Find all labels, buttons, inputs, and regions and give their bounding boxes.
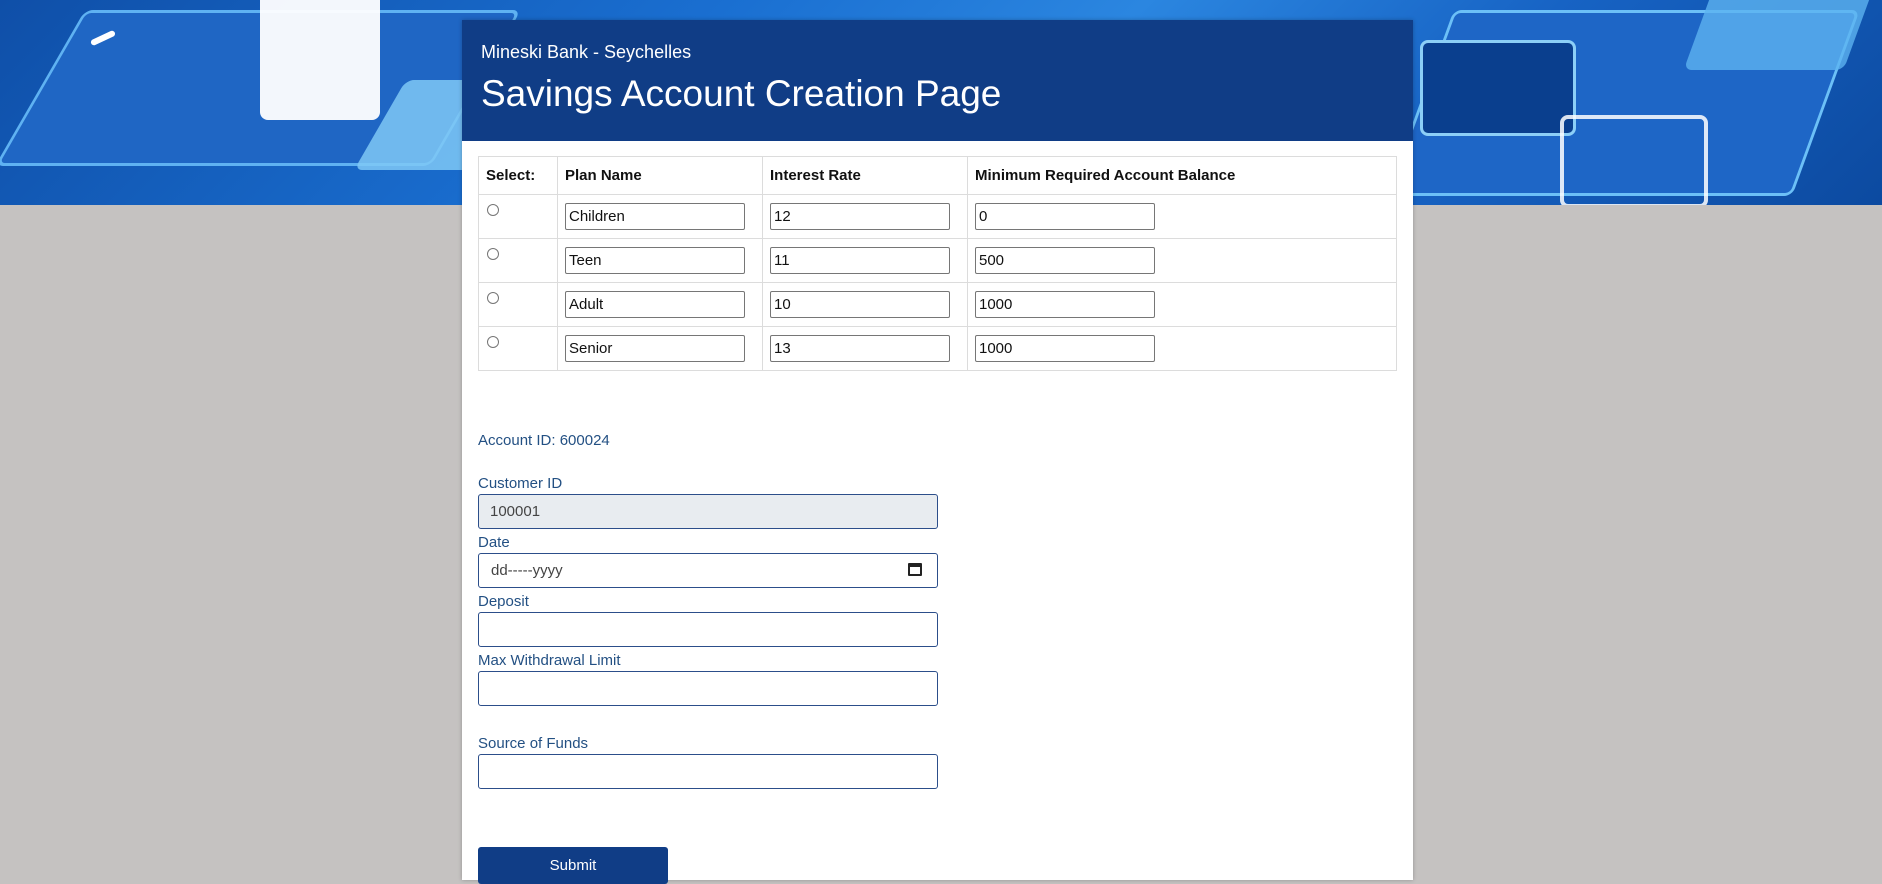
plan-name-input[interactable] <box>565 291 745 318</box>
table-cell-interest-rate <box>762 194 968 239</box>
table-cell-min-balance <box>967 238 1397 283</box>
table-cell-select <box>478 282 558 327</box>
interest-rate-input[interactable] <box>770 247 950 274</box>
table-cell-plan-name <box>557 282 763 327</box>
deposit-label: Deposit <box>478 593 529 610</box>
table-header-row: Select: Plan Name Interest Rate Minimum … <box>478 156 1397 195</box>
plan-radio-children[interactable] <box>487 204 499 216</box>
table-cell-interest-rate <box>762 282 968 327</box>
plan-radio-adult[interactable] <box>487 292 499 304</box>
plan-name-input[interactable] <box>565 247 745 274</box>
plan-name-input[interactable] <box>565 203 745 230</box>
table-cell-select <box>478 326 558 371</box>
date-label: Date <box>478 534 510 551</box>
date-field[interactable]: dd-----yyyy <box>478 553 938 588</box>
table-cell-plan-name <box>557 326 763 371</box>
interest-rate-input[interactable] <box>770 291 950 318</box>
fingerprint-icon <box>1560 115 1708 205</box>
min-balance-input[interactable] <box>975 335 1155 362</box>
date-placeholder: dd-----yyyy <box>491 562 563 579</box>
deposit-field[interactable] <box>478 612 938 647</box>
source-of-funds-field[interactable] <box>478 754 938 789</box>
max-withdrawal-label: Max Withdrawal Limit <box>478 652 621 669</box>
table-cell-plan-name <box>557 238 763 283</box>
table-cell-select <box>478 238 558 283</box>
table-cell-min-balance <box>967 282 1397 327</box>
page-title: Savings Account Creation Page <box>481 73 1002 114</box>
min-balance-input[interactable] <box>975 291 1155 318</box>
interest-rate-input[interactable] <box>770 203 950 230</box>
banner-screen-illustration <box>1683 0 1877 70</box>
bank-name: Mineski Bank - Seychelles <box>481 42 692 62</box>
customer-id-label: Customer ID <box>478 475 563 492</box>
plan-name-input[interactable] <box>565 335 745 362</box>
table-row <box>478 194 1397 239</box>
table-row <box>478 238 1397 283</box>
calendar-icon[interactable] <box>908 563 922 576</box>
column-header-plan-name: Plan Name <box>557 156 763 195</box>
column-header-min-balance: Minimum Required Account Balance <box>967 156 1397 195</box>
account-id-text: Account ID: 600024 <box>478 432 610 449</box>
table-row <box>478 326 1397 371</box>
column-header-interest-rate: Interest Rate <box>762 156 968 195</box>
min-balance-input[interactable] <box>975 203 1155 230</box>
table-cell-interest-rate <box>762 238 968 283</box>
plans-table: Select: Plan Name Interest Rate Minimum … <box>478 156 1397 371</box>
table-cell-plan-name <box>557 194 763 239</box>
account-form: Account ID: 600024 Customer ID Date dd--… <box>478 432 938 794</box>
plan-radio-teen[interactable] <box>487 248 499 260</box>
card-header: Mineski Bank - Seychelles Savings Accoun… <box>462 20 1413 141</box>
submit-button[interactable]: Submit <box>478 847 668 884</box>
banner-receipt-illustration <box>260 0 380 120</box>
column-header-select: Select: <box>478 156 558 195</box>
max-withdrawal-field[interactable] <box>478 671 938 706</box>
banner-disc-illustration <box>1420 40 1576 136</box>
plan-radio-senior[interactable] <box>487 336 499 348</box>
customer-id-field[interactable] <box>478 494 938 529</box>
table-row <box>478 282 1397 327</box>
min-balance-input[interactable] <box>975 247 1155 274</box>
account-creation-card: Mineski Bank - Seychelles Savings Accoun… <box>462 20 1413 884</box>
table-cell-interest-rate <box>762 326 968 371</box>
source-of-funds-label: Source of Funds <box>478 735 589 752</box>
table-cell-min-balance <box>967 326 1397 371</box>
table-cell-select <box>478 194 558 239</box>
interest-rate-input[interactable] <box>770 335 950 362</box>
table-cell-min-balance <box>967 194 1397 239</box>
